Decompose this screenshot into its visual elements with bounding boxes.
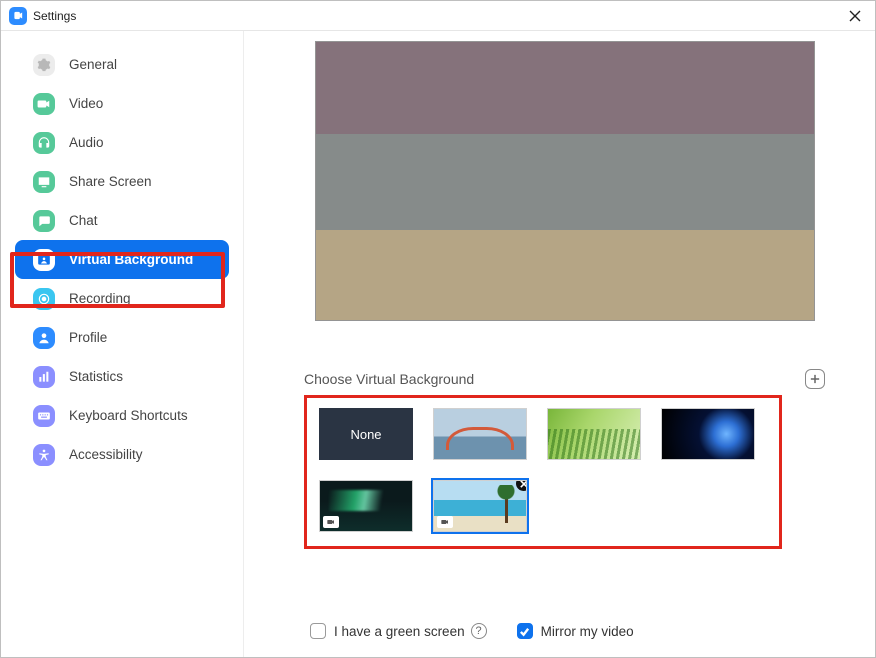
background-thumb-none[interactable]: None <box>319 408 413 460</box>
recording-icon <box>33 288 55 310</box>
checkbox-box <box>517 623 533 639</box>
footer-options: I have a green screen ? Mirror my video <box>304 623 825 639</box>
sidebar-item-label: Virtual Background <box>69 252 193 267</box>
background-thumb-beach[interactable] <box>433 480 527 532</box>
background-thumb-grass[interactable] <box>547 408 641 460</box>
sidebar-item-label: Audio <box>69 135 104 150</box>
close-button[interactable] <box>843 4 867 28</box>
sidebar-item-audio[interactable]: Audio <box>15 123 229 162</box>
green-screen-checkbox[interactable]: I have a green screen ? <box>310 623 487 639</box>
video-badge-icon <box>323 516 339 528</box>
sidebar-item-profile[interactable]: Profile <box>15 318 229 357</box>
sidebar-item-statistics[interactable]: Statistics <box>15 357 229 396</box>
sidebar-item-label: Statistics <box>69 369 123 384</box>
video-icon <box>33 93 55 115</box>
sidebar-item-label: Share Screen <box>69 174 152 189</box>
share-screen-icon <box>33 171 55 193</box>
headphones-icon <box>33 132 55 154</box>
sidebar-item-label: General <box>69 57 117 72</box>
statistics-icon <box>33 366 55 388</box>
thumb-none-label: None <box>350 427 381 442</box>
sidebar-item-virtual-background[interactable]: Virtual Background <box>15 240 229 279</box>
main-panel: Choose Virtual Background None <box>244 31 875 657</box>
app-icon <box>9 7 27 25</box>
sidebar-item-recording[interactable]: Recording <box>15 279 229 318</box>
sidebar-item-video[interactable]: Video <box>15 84 229 123</box>
sidebar-item-label: Profile <box>69 330 107 345</box>
sidebar-item-label: Chat <box>69 213 98 228</box>
preview-band <box>316 230 814 321</box>
content: General Video Audio Share Screen <box>1 31 875 657</box>
checkbox-box <box>310 623 326 639</box>
chat-icon <box>33 210 55 232</box>
sidebar-item-label: Recording <box>69 291 131 306</box>
sidebar-item-keyboard-shortcuts[interactable]: Keyboard Shortcuts <box>15 396 229 435</box>
help-icon[interactable]: ? <box>471 623 487 639</box>
sidebar-item-label: Video <box>69 96 103 111</box>
sidebar-item-label: Keyboard Shortcuts <box>69 408 188 423</box>
background-thumbnails: None <box>319 408 767 532</box>
sidebar-item-accessibility[interactable]: Accessibility <box>15 435 229 474</box>
virtual-background-icon <box>33 249 55 271</box>
background-thumb-earth[interactable] <box>661 408 755 460</box>
mirror-video-checkbox[interactable]: Mirror my video <box>517 623 634 639</box>
titlebar: Settings <box>1 1 875 31</box>
background-thumb-golden-gate[interactable] <box>433 408 527 460</box>
preview-band <box>316 42 814 134</box>
choose-background-label: Choose Virtual Background <box>304 371 805 387</box>
settings-window: Settings General Video <box>0 0 876 658</box>
green-screen-label: I have a green screen <box>334 624 465 639</box>
keyboard-icon <box>33 405 55 427</box>
accessibility-icon <box>33 444 55 466</box>
background-thumb-aurora[interactable] <box>319 480 413 532</box>
video-preview <box>315 41 815 321</box>
window-title: Settings <box>33 9 76 23</box>
sidebar-item-share-screen[interactable]: Share Screen <box>15 162 229 201</box>
video-badge-icon <box>437 516 453 528</box>
sidebar-item-general[interactable]: General <box>15 45 229 84</box>
profile-icon <box>33 327 55 349</box>
sidebar: General Video Audio Share Screen <box>1 31 244 657</box>
preview-band <box>316 134 814 230</box>
delete-thumb-button[interactable] <box>516 480 527 491</box>
sidebar-item-label: Accessibility <box>69 447 143 462</box>
gear-icon <box>33 54 55 76</box>
mirror-video-label: Mirror my video <box>541 624 634 639</box>
add-background-button[interactable] <box>805 369 825 389</box>
annotation-thumbs-highlight: None <box>304 395 782 549</box>
sidebar-item-chat[interactable]: Chat <box>15 201 229 240</box>
